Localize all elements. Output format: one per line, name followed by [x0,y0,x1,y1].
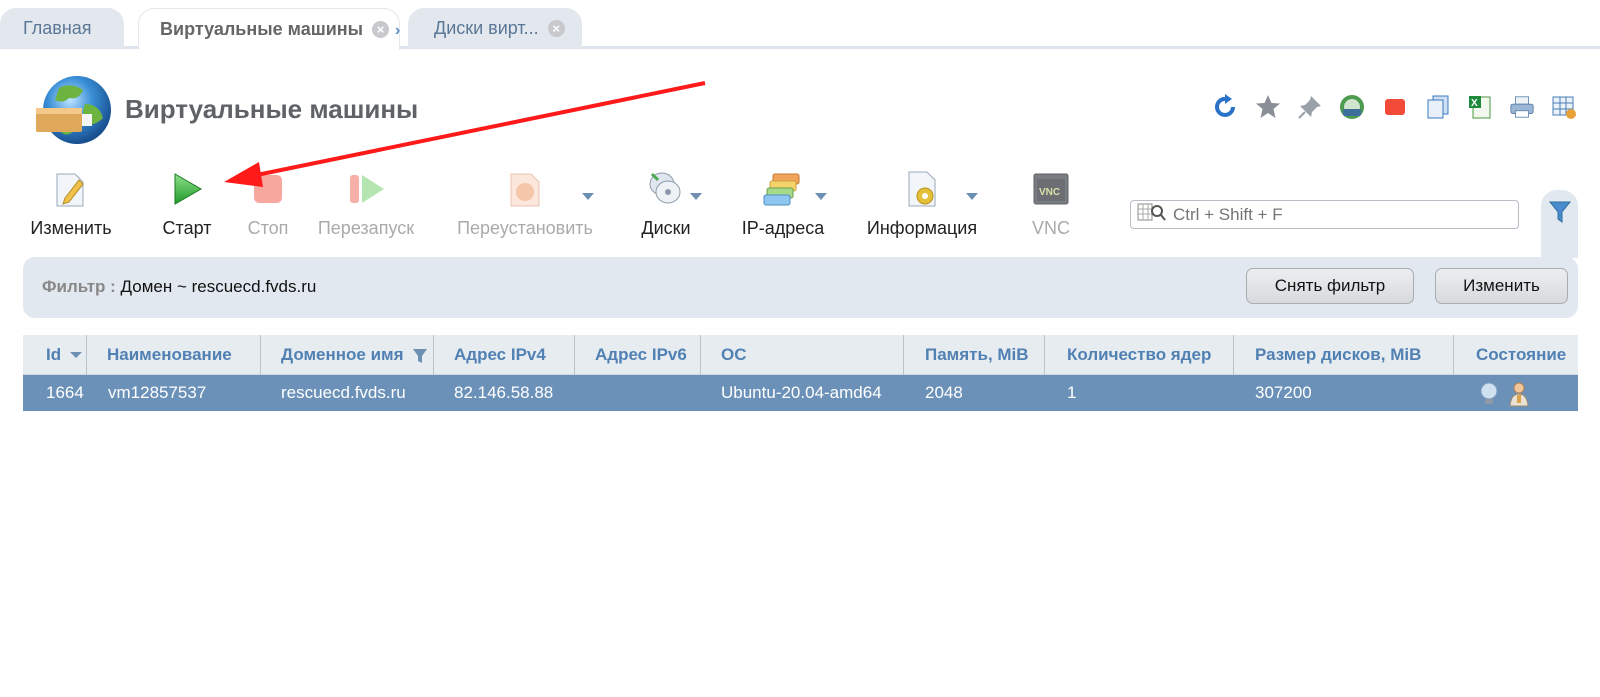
red-annotation-arrow [224,81,706,187]
